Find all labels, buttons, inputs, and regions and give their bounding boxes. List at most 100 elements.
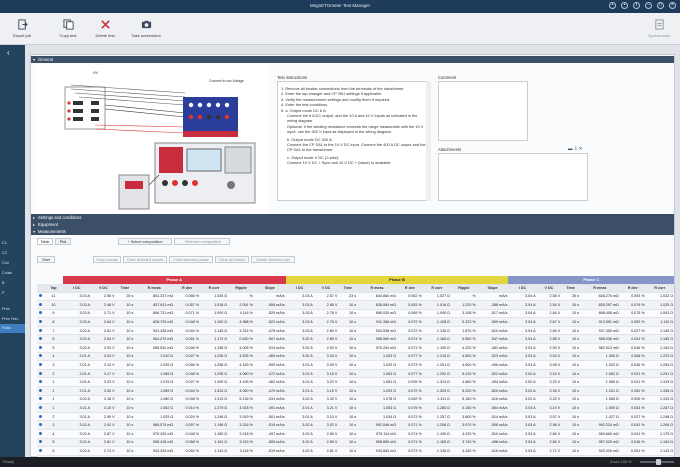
table-row[interactable]: 1 3.01 A 3.30 V 10 s 1.089 Ω 0.044 % 1.324 Ω 4.… (37, 386, 674, 396)
table-cell: 3.18 V (90, 395, 116, 405)
table-cell: -519 mA/s (253, 420, 286, 430)
column-header[interactable]: Ripple (228, 284, 254, 293)
column-header[interactable]: V DC (313, 284, 339, 293)
column-header[interactable]: R dev (174, 284, 200, 293)
measurements-table-wrapper: Phase A Phase B Phase C Tap I DC V DC Time R… (37, 276, 674, 458)
column-header[interactable]: V DC (90, 284, 116, 293)
keep-results-button[interactable]: Keep results (93, 256, 121, 263)
gear-icon[interactable]: • (621, 2, 628, 9)
table-cell: -522 mA/s (253, 317, 286, 327)
tab-plot[interactable]: Plot (55, 238, 71, 245)
table-row[interactable]: 1 3.01 A 3.10 V 10 s 1.052 Ω 0.014 % 1.279 Ω 4.… (37, 403, 674, 413)
sidebar-item-coil[interactable]: Coil (2, 261, 9, 265)
column-header[interactable]: R dev (396, 284, 423, 293)
comment-field[interactable] (438, 81, 528, 141)
take-screenshot-button[interactable]: Take screenshot (126, 19, 166, 38)
table-row[interactable]: 5 3.02 A 2.93 V 10 s 985.542 mΩ 0.046 % 1.198 … (37, 343, 674, 353)
column-header[interactable]: R meas (579, 284, 620, 293)
column-header[interactable]: R corr (199, 284, 229, 293)
sidebar-item-c2[interactable]: C2 (2, 251, 7, 255)
minimize-icon[interactable]: – (645, 2, 652, 9)
table-row[interactable]: 10 3.03 A 2.46 V 10 s 837.811 mΩ 0.057 % 1.018… (37, 300, 674, 310)
zoom-slider-handle[interactable] (656, 459, 661, 465)
column-header[interactable]: I DC (508, 284, 537, 293)
table-row[interactable]: 5 3.02 A 2.81 V 10 s 955.418 mΩ 0.058 % 1.161 … (37, 438, 674, 448)
sidebar-item-prim[interactable]: Prim (2, 307, 10, 311)
instructions-scrollbar[interactable] (426, 81, 431, 201)
sidebar-item-p[interactable]: P (2, 291, 5, 295)
table-row[interactable]: 2 3.01 A 2.99 V 10 s 1.025 Ω 0.024 % 1.246 Ω 3.… (37, 412, 674, 422)
column-header[interactable]: I DC (285, 284, 314, 293)
copy-test-button[interactable]: Copy test (50, 19, 86, 38)
table-cell: 11 (44, 292, 63, 302)
section-settings-header[interactable]: ▸ Settings and conditions (31, 214, 674, 221)
attachment-actions-icons[interactable]: ▬ ⇩ ✕ (568, 146, 583, 152)
sidebar-item-ratio[interactable]: Ratio (2, 326, 11, 330)
table-row[interactable]: 11 3.03 A 2.56 V 25 s 851.337 mΩ 0.066 % 1.035… (37, 292, 674, 302)
table-cell: 985.579 mΩ (134, 420, 175, 430)
start-button[interactable]: Start (37, 256, 55, 263)
table-cell: 943.325 mΩ (134, 446, 175, 456)
table-cell: 3.440 % (450, 446, 477, 456)
table-row[interactable]: 8 3.03 A 2.64 V 10 s 828.793 mΩ 0.048 % 1.100 … (37, 317, 674, 327)
clear-selected-results-button[interactable]: Clear selected results (123, 256, 167, 263)
select-composition-button[interactable]: + Select composition (118, 238, 172, 245)
table-row[interactable]: 9 3.03 A 2.71 V 10 s 896.721 mΩ 0.071 % 1.090 … (37, 309, 674, 319)
column-header[interactable]: Time (561, 284, 580, 293)
column-header[interactable]: Ripple (450, 284, 477, 293)
table-row[interactable]: 2 3.01 A 3.17 V 10 s 1.065 Ω 0.048 % 1.295 Ω 4.… (37, 369, 674, 379)
delete-test-button[interactable]: Delete test (87, 19, 123, 38)
section-general-header[interactable]: ▾ General (31, 56, 674, 63)
remove-composition-button[interactable]: - Remove composition (174, 238, 230, 245)
column-header[interactable]: R meas (357, 284, 397, 293)
bell-icon[interactable]: • (609, 2, 616, 9)
column-header[interactable]: R corr (645, 284, 674, 293)
section-equipment-header[interactable]: ▸ Equipment (31, 221, 674, 228)
sidebar-item-prim-test[interactable]: Prim Test (2, 317, 18, 321)
table-cell: 0.074 % (396, 429, 423, 439)
table-cell: 0.048 % (174, 317, 200, 327)
column-header[interactable]: I DC (62, 284, 91, 293)
table-row[interactable]: 3 3.01 A 3.10 V 10 s 1.035 Ω 0.056 % 1.258 Ω 4.… (37, 360, 674, 370)
clear-selected-phase-button[interactable]: Clear selected phase (169, 256, 213, 263)
sidebar-item-c1[interactable]: C1 (2, 241, 7, 245)
close-icon[interactable]: × (669, 2, 676, 9)
collapse-sidebar-icon[interactable]: ‹ (7, 48, 10, 57)
table-row[interactable]: 7 3.02 A 2.81 V 10 s 941.428 mΩ 0.044 % 1.145 … (37, 326, 674, 336)
synchronize-button[interactable]: Synchronize (640, 19, 678, 38)
attachments-box[interactable] (438, 153, 588, 201)
column-header[interactable]: Tap (44, 284, 63, 293)
column-header[interactable] (37, 284, 45, 293)
table-cell: 992.224 mΩ (579, 420, 620, 430)
table-cell: 3.02 A (62, 343, 91, 353)
section-measurements-header[interactable]: ▾ Measurements (31, 228, 674, 235)
column-header[interactable]: Time (338, 284, 358, 293)
column-header[interactable]: R corr (422, 284, 451, 293)
zoom-slider[interactable] (640, 459, 674, 465)
table-row[interactable]: 4 3.02 A 2.87 V 10 s 970.432 mΩ 0.048 % 1.180 … (37, 429, 674, 439)
column-header[interactable]: R dev (619, 284, 646, 293)
test-instructions-box[interactable]: 1. Remove all busbar connections from th… (277, 81, 431, 201)
tab-table[interactable]: Table (37, 238, 53, 245)
table-row[interactable]: 3 3.02 A 2.92 V 10 s 985.579 mΩ 0.057 % 1.198 … (37, 420, 674, 430)
info-icon[interactable]: i (633, 2, 640, 9)
delete-selected-row-button[interactable]: Delete selected row (251, 256, 295, 263)
clear-all-results-button[interactable]: Clear all results (215, 256, 249, 263)
export-job-button[interactable]: Export job (4, 19, 40, 38)
table-row[interactable]: 4 3.01 A 3.04 V 10 s 1.010 Ω 0.047 % 1.228 Ω 4.… (37, 352, 674, 362)
table-row[interactable]: 6 3.02 A 2.84 V 10 s 964.270 mΩ 0.051 % 1.172 … (37, 334, 674, 345)
column-header[interactable]: V DC (536, 284, 562, 293)
table-row[interactable]: 6 3.02 A 2.74 V 10 s 943.325 mΩ 0.052 % 1.144 … (37, 446, 674, 456)
column-header[interactable]: Slope (476, 284, 509, 293)
sidebar-item-collar[interactable]: Collar (2, 271, 12, 275)
maximize-icon[interactable]: □ (657, 2, 664, 9)
table-cell: 979.114 mΩ (357, 429, 397, 439)
table-row[interactable]: 1 3.02 A 3.18 V 10 s 1.080 Ω 0.048 % 1.313 Ω 5.… (37, 395, 674, 405)
column-header[interactable]: Time (115, 284, 135, 293)
column-header[interactable]: Slope (253, 284, 286, 293)
table-row[interactable]: 1 3.01 A 3.23 V 10 s 1.076 Ω 0.027 % 1.309 Ω 4.… (37, 377, 674, 388)
column-header[interactable]: R meas (134, 284, 175, 293)
sidebar-item-b[interactable]: B (2, 281, 5, 285)
table-cell: 10 s (338, 386, 358, 396)
measurements-table: Phase A Phase B Phase C Tap I DC V DC Time R… (37, 276, 674, 458)
